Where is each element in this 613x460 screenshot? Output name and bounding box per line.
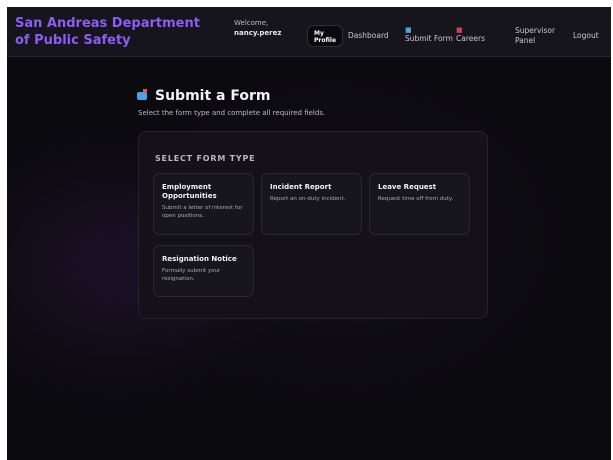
- form-card-incident-report[interactable]: Incident Report Report an on-duty incide…: [261, 173, 362, 235]
- welcome-label: Welcome,: [234, 19, 269, 27]
- briefcase-icon: ■: [456, 26, 463, 34]
- page-subtitle: Select the form type and complete all re…: [138, 109, 326, 117]
- nav-supervisor-panel[interactable]: Supervisor Panel: [515, 26, 555, 46]
- form-card-resignation-notice[interactable]: Resignation Notice Formally submit your …: [153, 245, 254, 297]
- card-title: Employment Opportunities: [162, 183, 217, 200]
- username: nancy.perez: [234, 29, 282, 37]
- section-label: SELECT FORM TYPE: [155, 154, 256, 163]
- card-title: Leave Request: [378, 183, 437, 191]
- top-navbar: San Andreas Department of Public Safety …: [7, 7, 611, 57]
- brand-title[interactable]: San Andreas Department of Public Safety: [15, 15, 215, 49]
- nav-logout[interactable]: Logout: [573, 31, 599, 41]
- form-card-employment-opportunities[interactable]: Employment Opportunities Submit a letter…: [153, 173, 254, 235]
- form-card-leave-request[interactable]: Leave Request Request time off from duty…: [369, 173, 470, 235]
- card-title: Incident Report: [270, 183, 332, 191]
- card-description: Submit a letter of interest for open pos…: [162, 205, 243, 219]
- nav-careers-label: Careers: [456, 34, 485, 43]
- nav-submit-form-label: Submit Form: [405, 34, 453, 43]
- welcome-block: Welcome, nancy.perez: [234, 18, 281, 38]
- nav-dashboard[interactable]: Dashboard: [348, 31, 389, 41]
- form-type-panel: SELECT FORM TYPE Employment Opportunitie…: [138, 131, 488, 319]
- card-description: Request time off from duty.: [378, 196, 454, 202]
- card-description: Report an on-duty incident.: [270, 196, 346, 202]
- mailbox-icon: ■: [405, 26, 412, 34]
- app-window: San Andreas Department of Public Safety …: [7, 7, 611, 460]
- card-title: Resignation Notice: [162, 255, 237, 263]
- nav-my-profile[interactable]: My Profile: [307, 25, 343, 47]
- page-title-text: Submit a Form: [155, 88, 271, 104]
- card-description: Formally submit your resignation.: [162, 268, 221, 282]
- nav-submit-form[interactable]: ■ Submit Form: [405, 26, 453, 44]
- nav-careers[interactable]: ■ Careers: [456, 26, 485, 44]
- mailbox-icon: [137, 89, 149, 101]
- page-title: Submit a Form: [137, 86, 270, 106]
